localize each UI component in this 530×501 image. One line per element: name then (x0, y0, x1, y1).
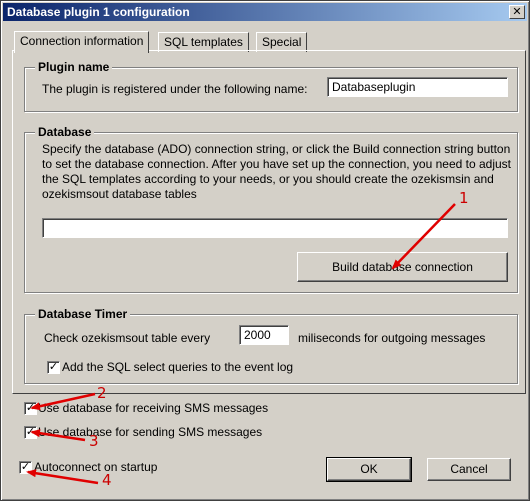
annotation-arrow-4 (26, 469, 99, 485)
annotation-marker-3: 3 (89, 432, 99, 450)
annotation-arrow-1 (391, 203, 456, 270)
annotation-arrow-3 (30, 429, 86, 442)
tab-connection-information[interactable]: Connection information (14, 31, 150, 53)
annotation-marker-1: 1 (459, 189, 469, 207)
annotation-arrow-2 (30, 392, 96, 411)
annotation-marker-2: 2 (97, 384, 107, 402)
annotation-marker-4: 4 (102, 471, 112, 489)
annotation-arrows (26, 203, 456, 485)
